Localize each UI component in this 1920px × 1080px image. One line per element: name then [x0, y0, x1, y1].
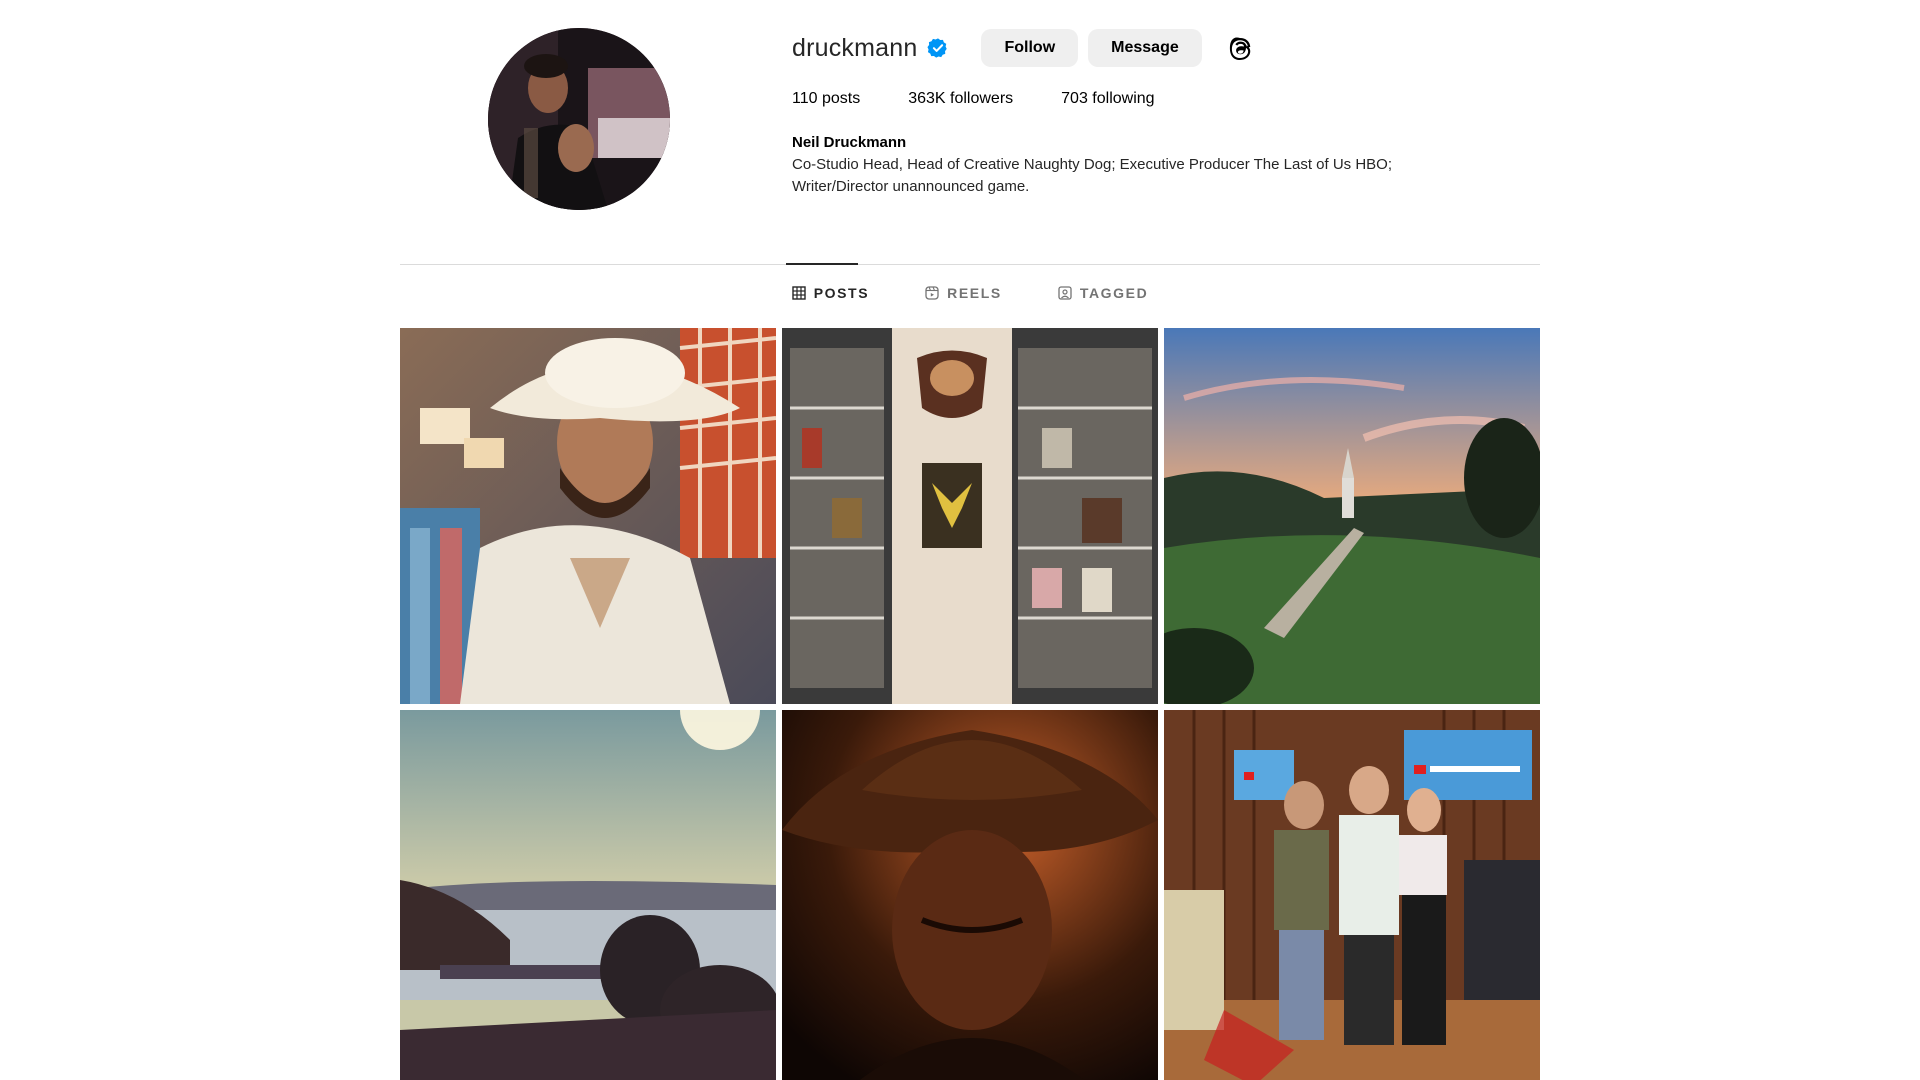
tab-posts-label: POSTS: [813, 285, 870, 301]
threads-icon[interactable]: [1226, 33, 1256, 63]
tab-reels[interactable]: REELS: [925, 285, 1002, 301]
followers-count[interactable]: 363K followers: [908, 90, 1013, 108]
post-sunset-valley[interactable]: [1164, 328, 1540, 704]
tab-tagged[interactable]: TAGGED: [1058, 285, 1148, 301]
follow-button[interactable]: Follow: [981, 29, 1079, 67]
profile-bio: Neil Druckmann Co-Studio Head, Head of C…: [792, 132, 1532, 198]
profile-info: druckmann Follow Message 110 posts 363K …: [792, 28, 1532, 198]
post-lake-sunset[interactable]: [400, 710, 776, 1080]
tab-posts[interactable]: POSTS: [791, 285, 870, 301]
post-cowboy-hat[interactable]: [400, 328, 776, 704]
post-fedora-portrait[interactable]: [782, 710, 1158, 1080]
profile-avatar[interactable]: [488, 28, 670, 210]
grid-icon: [791, 286, 806, 300]
post-collectibles-shelves[interactable]: [782, 328, 1158, 704]
active-tab-indicator: [786, 263, 858, 265]
bio-text: Co-Studio Head, Head of Creative Naughty…: [792, 156, 1393, 195]
posts-grid: [400, 328, 1540, 1080]
reels-icon: [925, 286, 939, 300]
following-count[interactable]: 703 following: [1061, 90, 1154, 108]
posts-count: 110 posts: [792, 90, 861, 107]
verified-badge-icon: [927, 37, 949, 59]
tagged-icon: [1058, 286, 1072, 300]
message-button[interactable]: Message: [1088, 29, 1202, 67]
tab-tagged-label: TAGGED: [1079, 285, 1149, 301]
instagram-profile-page: druckmann Follow Message 110 posts 363K …: [0, 0, 1920, 1080]
profile-stats: 110 posts 363K followers 703 following: [792, 90, 1532, 108]
tabs-divider: [400, 264, 1540, 265]
username: druckmann: [792, 33, 918, 62]
tab-reels-label: REELS: [947, 285, 1002, 301]
profile-title-row: druckmann Follow Message: [792, 28, 1532, 68]
post-youtube-theater[interactable]: [1164, 710, 1540, 1080]
profile-tabs: POSTS REELS TAGGED: [400, 285, 1540, 301]
full-name: Neil Druckmann: [792, 134, 907, 151]
